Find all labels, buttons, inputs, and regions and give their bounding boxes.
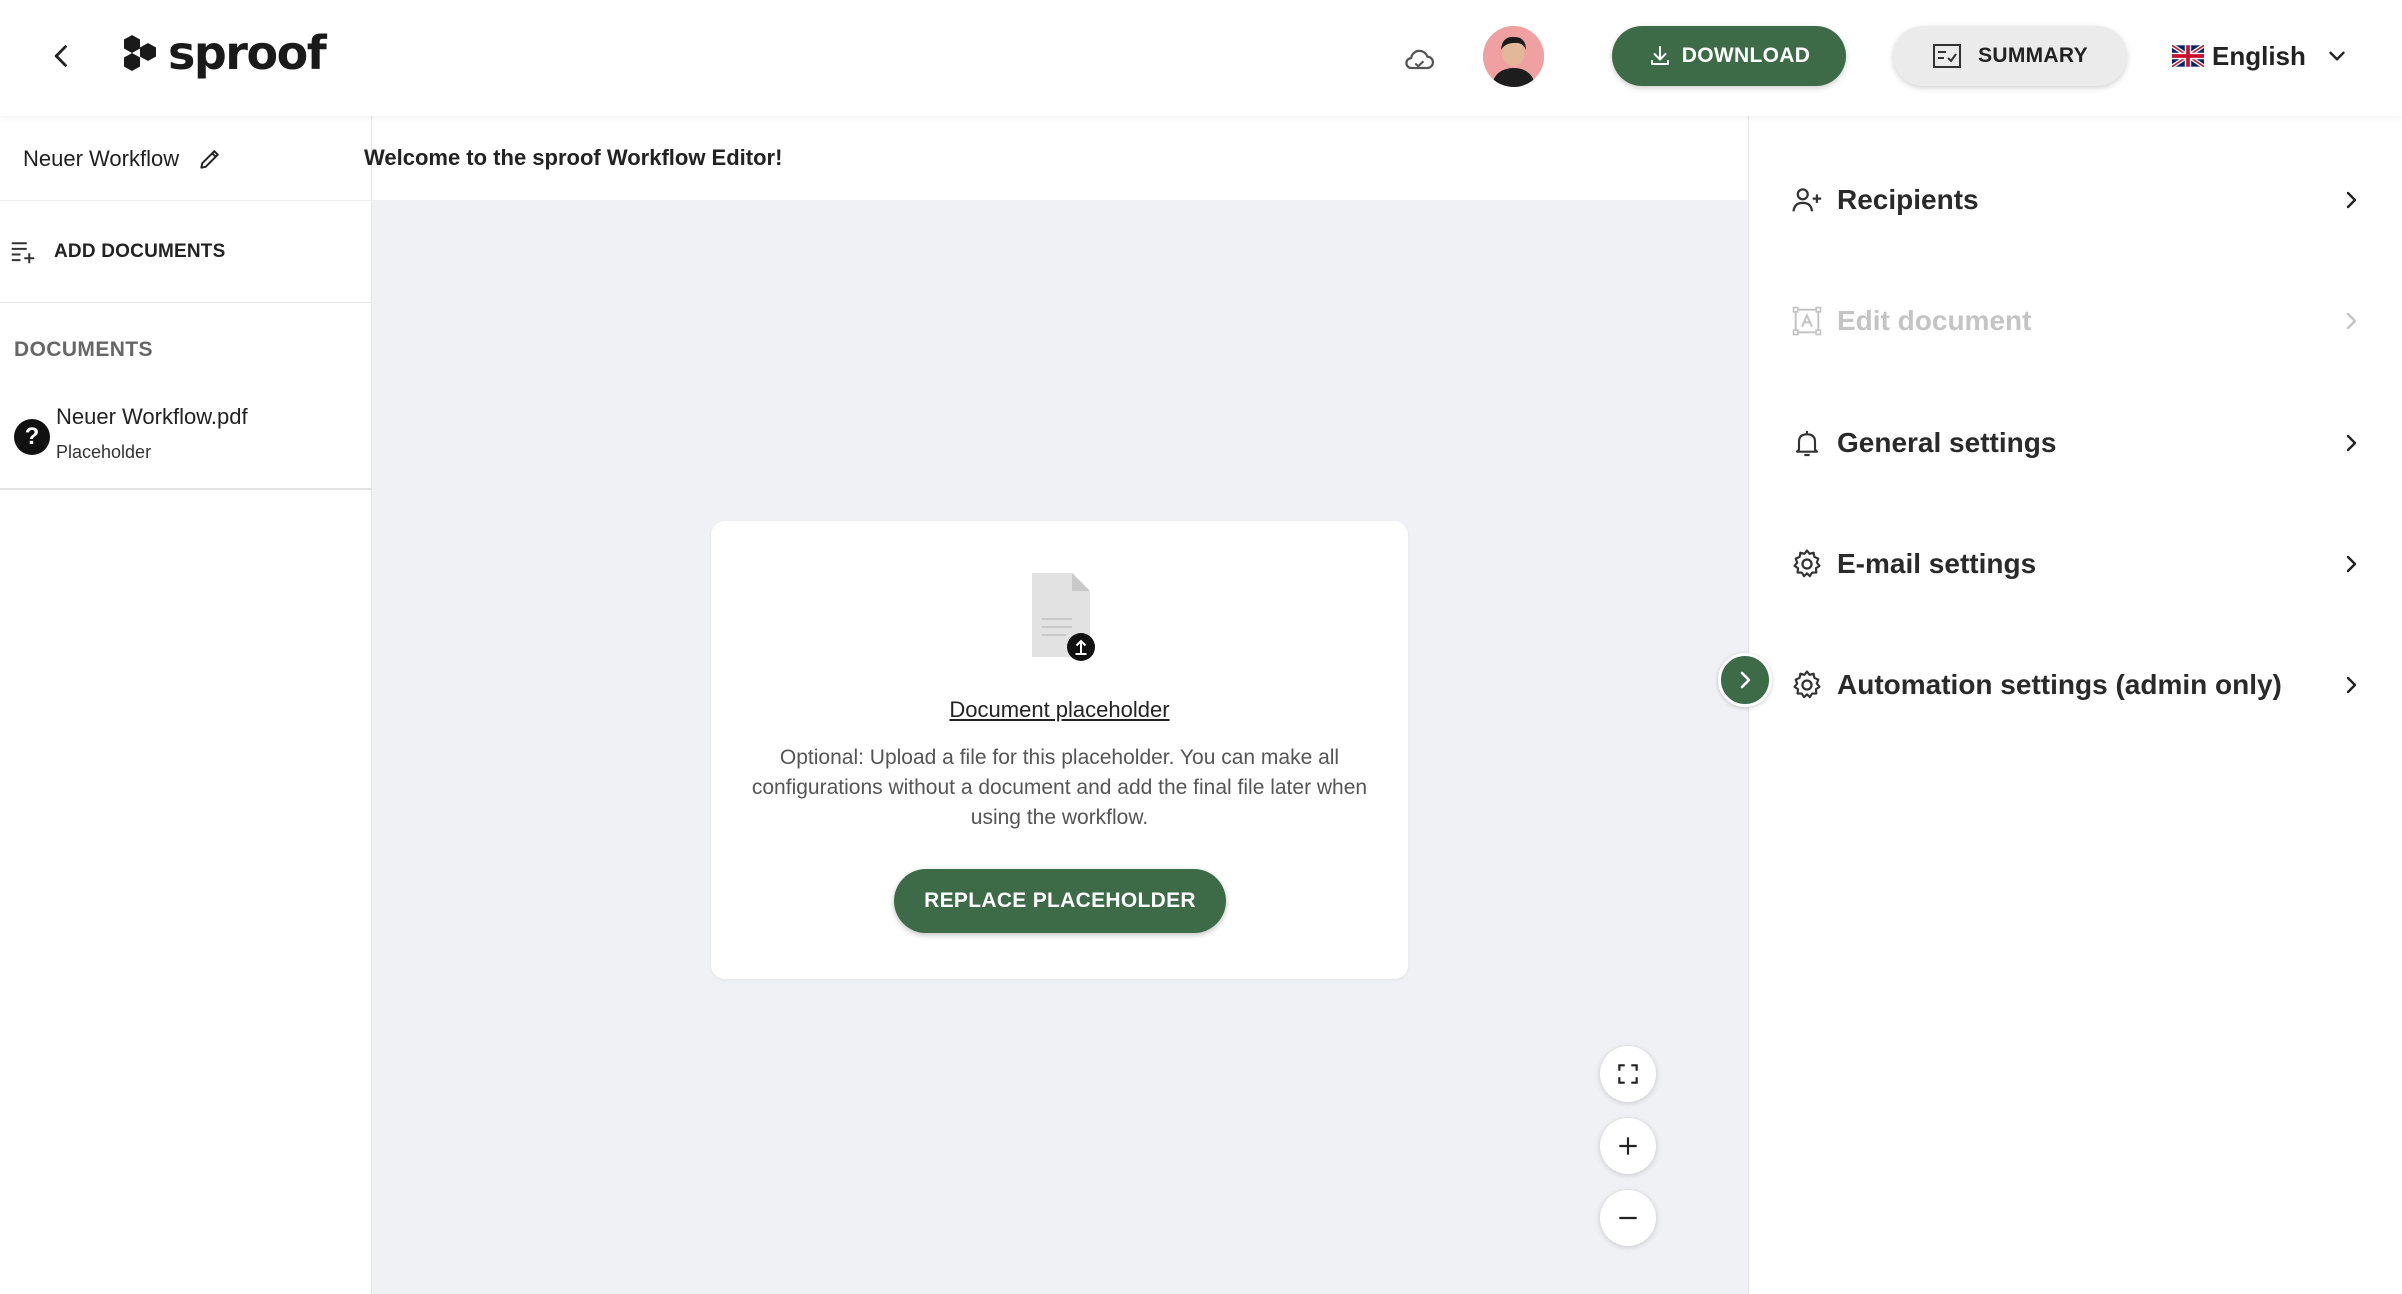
document-subtitle: Placeholder	[56, 442, 152, 462]
cloud-sync-icon[interactable]	[1398, 38, 1440, 80]
add-documents-label: ADD DOCUMENTS	[54, 240, 226, 262]
recipients-item[interactable]: Recipients	[1789, 170, 2369, 230]
chevron-right-icon	[2333, 182, 2369, 218]
logo-mark-icon	[124, 35, 156, 71]
summary-icon	[1933, 44, 1962, 68]
gear-icon	[1789, 667, 1825, 703]
unknown-status-icon: ?	[14, 419, 50, 455]
sproof-logo[interactable]: sproof	[118, 26, 327, 80]
minus-icon	[1619, 1216, 1637, 1220]
left-panel: Neuer Workflow ADD DOCUMENTS DOCUMENTS ?…	[0, 116, 372, 1294]
edit-document-label: Edit document	[1837, 305, 2032, 336]
summary-label: SUMMARY	[1978, 44, 2088, 67]
fullscreen-icon	[1618, 1064, 1638, 1084]
toggle-panel-button[interactable]	[1718, 653, 1772, 707]
bell-icon	[1789, 425, 1825, 461]
logo-text: sproof	[168, 26, 327, 80]
general-settings-item[interactable]: General settings	[1789, 413, 2369, 473]
workflow-name-label: Neuer Workflow	[23, 146, 180, 171]
email-settings-label: E-mail settings	[1837, 548, 2037, 579]
chevron-down-icon	[2329, 51, 2345, 61]
right-panel: Recipients Edit document General setting…	[1748, 116, 2402, 1294]
document-name: Neuer Workflow.pdf	[56, 404, 248, 429]
document-upload-icon[interactable]	[1026, 571, 1096, 661]
uk-flag-icon	[2172, 45, 2204, 67]
chevron-right-icon	[2333, 546, 2369, 582]
automation-settings-item[interactable]: Automation settings (admin only)	[1789, 655, 2369, 715]
automation-settings-label: Automation settings (admin only)	[1837, 669, 2282, 700]
language-label: English	[2212, 40, 2306, 71]
chevron-right-icon	[1740, 671, 1751, 689]
chevron-left-icon	[54, 45, 67, 67]
download-icon	[1650, 46, 1669, 65]
zoom-out-button[interactable]	[1600, 1190, 1656, 1246]
document-list-item[interactable]: ? Neuer Workflow.pdf Placeholder	[0, 394, 372, 490]
workflow-name[interactable]: Neuer Workflow	[23, 146, 223, 172]
add-user-icon	[1789, 182, 1825, 218]
download-button[interactable]: DOWNLOAD	[1612, 26, 1846, 86]
placeholder-description: Optional: Upload a file for this placeho…	[751, 746, 1368, 829]
placeholder-title-link[interactable]: Document placeholder	[711, 697, 1408, 723]
chevron-right-icon	[2333, 667, 2369, 703]
zoom-in-button[interactable]	[1600, 1118, 1656, 1174]
recipients-label: Recipients	[1837, 184, 1979, 215]
download-label: DOWNLOAD	[1681, 44, 1811, 67]
edit-document-icon	[1789, 303, 1825, 339]
fullscreen-button[interactable]	[1600, 1046, 1656, 1102]
edit-document-item[interactable]: Edit document	[1789, 291, 2369, 351]
summary-button[interactable]: SUMMARY	[1893, 26, 2127, 86]
placeholder-card: Document placeholder Optional: Upload a …	[711, 521, 1408, 979]
pencil-icon[interactable]	[197, 146, 223, 172]
replace-placeholder-button[interactable]: REPLACE PLACEHOLDER	[894, 869, 1226, 933]
chevron-right-icon	[2333, 303, 2369, 339]
top-bar: sproof DOWNLOAD SUMMARY English	[0, 0, 2402, 116]
plus-icon	[1619, 1137, 1637, 1155]
playlist-add-icon	[11, 241, 35, 263]
general-settings-label: General settings	[1837, 427, 2057, 458]
user-avatar[interactable]	[1483, 26, 1544, 87]
documents-heading: DOCUMENTS	[14, 338, 153, 361]
chevron-right-icon	[2333, 425, 2369, 461]
gear-icon	[1789, 546, 1825, 582]
welcome-message: Welcome to the sproof Workflow Editor!	[364, 145, 783, 170]
add-documents-button[interactable]: ADD DOCUMENTS	[0, 200, 372, 303]
back-button[interactable]	[40, 34, 84, 78]
email-settings-item[interactable]: E-mail settings	[1789, 534, 2369, 594]
language-selector[interactable]: English	[2172, 32, 2350, 80]
